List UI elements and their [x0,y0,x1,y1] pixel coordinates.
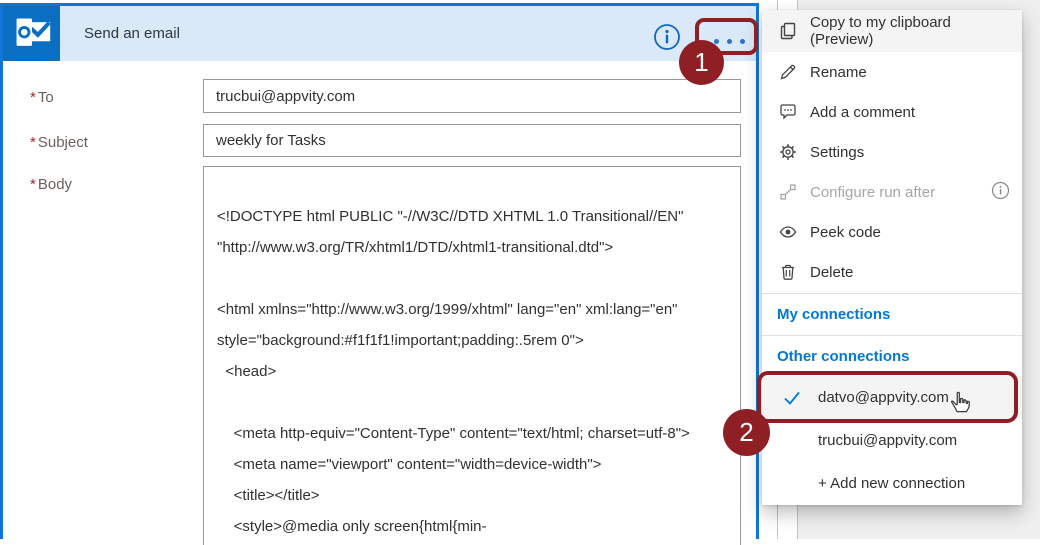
action-context-menu: Copy to my clipboard (Preview) Rename Ad… [762,10,1022,505]
eye-icon [778,222,798,242]
connection-item-datvo[interactable]: datvo@appvity.com [762,376,1022,419]
run-after-icon [778,182,798,202]
action-title: Send an email [84,25,180,42]
outlook-icon [3,6,60,61]
menu-item-label: Rename [810,64,867,81]
copy-icon [778,21,798,41]
section-other-connections: Other connections [762,337,1022,376]
menu-item-configure-run-after: Configure run after [762,172,1022,212]
connection-label: + Add new connection [818,475,965,492]
info-button[interactable] [653,23,681,51]
menu-divider [762,293,1022,294]
to-input[interactable] [203,79,741,113]
info-icon[interactable] [991,181,1010,204]
send-email-action-card: Send an email *To *Subject *Body <!DOCTY… [0,3,759,539]
subject-label: *Subject [30,134,88,151]
required-asterisk: * [30,89,36,106]
menu-divider [762,335,1022,336]
menu-item-peek-code[interactable]: Peek code [762,212,1022,252]
connection-label: datvo@appvity.com [818,389,949,406]
ellipsis-dot [740,39,745,44]
body-input[interactable]: <!DOCTYPE html PUBLIC "-//W3C//DTD XHTML… [203,166,741,545]
subject-input[interactable] [203,124,741,157]
menu-item-settings[interactable]: Settings [762,132,1022,172]
section-my-connections: My connections [762,295,1022,334]
comment-icon [778,102,798,122]
ellipsis-dot [727,39,732,44]
required-asterisk: * [30,134,36,151]
check-icon [782,389,806,407]
connection-item-trucbui[interactable]: trucbui@appvity.com [762,419,1022,462]
menu-item-label: Add a comment [810,104,915,121]
menu-item-label: Peek code [810,224,881,241]
body-html-content: <!DOCTYPE html PUBLIC "-//W3C//DTD XHTML… [204,167,740,545]
trash-icon [778,262,798,282]
menu-item-label: Delete [810,264,853,281]
to-label: *To [30,89,54,106]
menu-item-copy-to-clipboard[interactable]: Copy to my clipboard (Preview) [762,10,1022,52]
required-asterisk: * [30,176,36,193]
body-label: *Body [30,176,72,193]
menu-item-label: Copy to my clipboard (Preview) [810,14,1010,48]
menu-item-delete[interactable]: Delete [762,252,1022,292]
menu-item-label: Configure run after [810,184,935,201]
pencil-icon [778,62,798,82]
menu-item-add-comment[interactable]: Add a comment [762,92,1022,132]
menu-item-label: Settings [810,144,864,161]
ellipsis-dot [714,39,719,44]
gear-icon [778,142,798,162]
add-new-connection[interactable]: + Add new connection [762,462,1022,505]
connection-label: trucbui@appvity.com [818,432,957,449]
card-header[interactable]: Send an email [3,6,756,61]
menu-item-rename[interactable]: Rename [762,52,1022,92]
more-menu-button[interactable] [702,27,757,56]
